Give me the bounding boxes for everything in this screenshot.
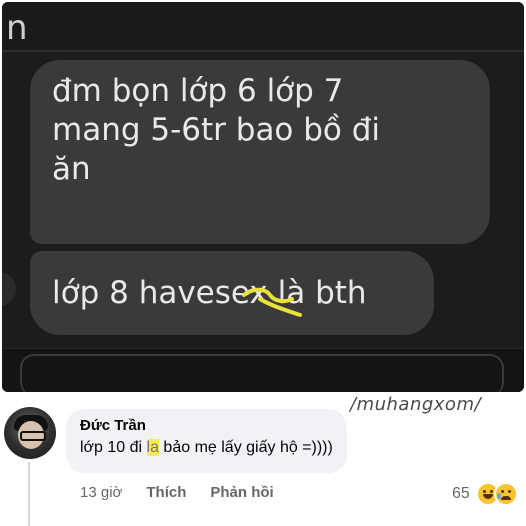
like-button[interactable]: Thích [146, 484, 186, 501]
yellow-scribble-icon [242, 287, 302, 317]
header-glyph: n [6, 8, 28, 48]
comment-author[interactable]: Đức Trần [80, 417, 333, 434]
watermark: /muhangxom/ [350, 394, 482, 415]
comment-text-after: bảo mẹ lấy giấy hộ =)))) [158, 439, 333, 456]
message-text: đm bọn lớp 6 lớp 7 mang 5-6tr bao bồ đi … [52, 73, 381, 187]
message-text: lớp 8 havesex là bth [52, 274, 367, 311]
header-divider [2, 50, 524, 52]
avatar[interactable] [4, 407, 56, 459]
reply-button[interactable]: Phản hồi [210, 484, 273, 501]
sad-icon [493, 482, 518, 506]
chat-header: n [2, 2, 524, 50]
thread-line [28, 462, 30, 526]
reactions-summary[interactable]: 65 [452, 482, 518, 506]
message-bubble: lớp 8 havesex là bth [30, 251, 434, 335]
chat-input-outline [20, 354, 504, 392]
comment-actions: 13 giờ Thích Phản hồi [80, 484, 298, 501]
sender-avatar-edge [2, 270, 18, 308]
reaction-count: 65 [452, 485, 470, 502]
avatar-glasses [20, 431, 46, 441]
chat-screenshot-image: n đm bọn lớp 6 lớp 7 mang 5-6tr bao bồ đ… [2, 2, 524, 392]
message-bubble: đm bọn lớp 6 lớp 7 mang 5-6tr bao bồ đi … [30, 60, 490, 244]
comment-bubble: Đức Trần lớp 10 đi la bảo mẹ lấy giấy hộ… [66, 409, 347, 473]
comment-text-before: lớp 10 đi [80, 439, 147, 456]
comment-text-highlight: la [146, 439, 159, 456]
comment-time[interactable]: 13 giờ [80, 484, 122, 501]
comment-text: lớp 10 đi la bảo mẹ lấy giấy hộ =)))) [80, 439, 333, 457]
